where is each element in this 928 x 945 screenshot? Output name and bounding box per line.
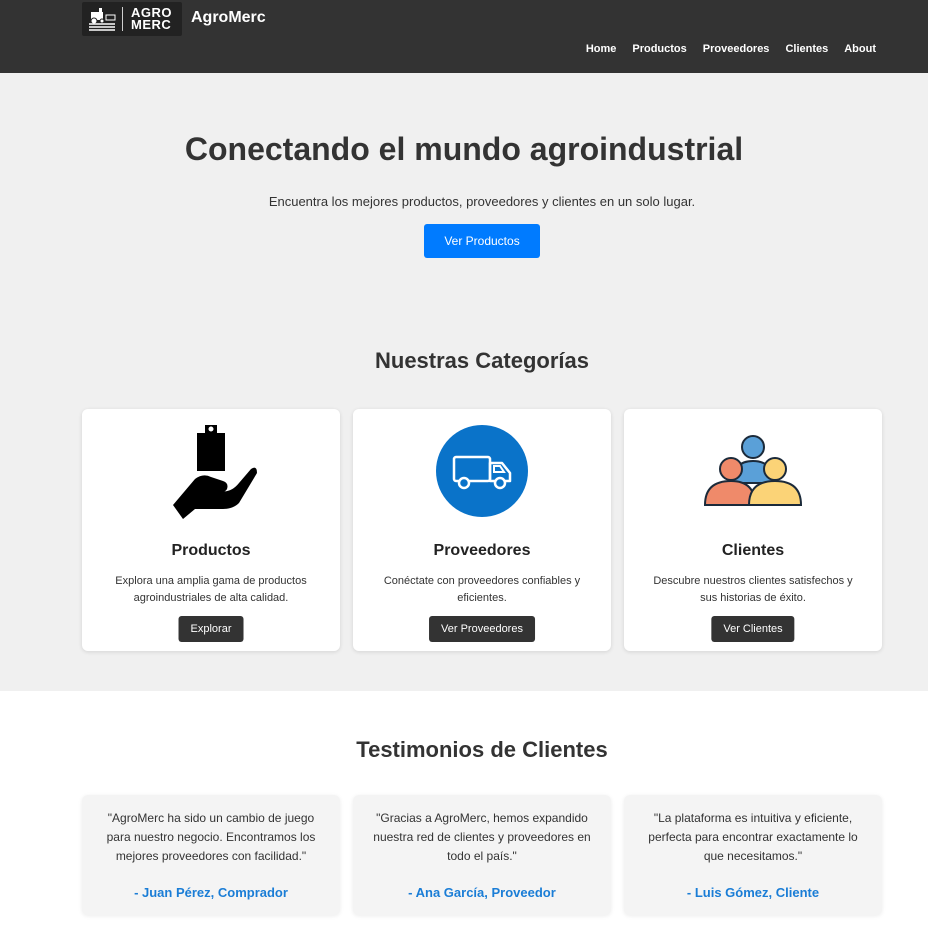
category-card-proveedores: Proveedores Conéctate con proveedores co… [353,409,611,651]
hero-subtitle: Encuentra los mejores productos, proveed… [268,194,696,209]
testimonial-card: "AgroMerc ha sido un cambio de juego par… [82,795,340,915]
tractor-icon [82,2,122,36]
explorar-button[interactable]: Explorar [178,616,244,642]
category-title: Proveedores [433,542,531,559]
ver-clientes-button[interactable]: Ver Clientes [711,616,795,642]
testimonial-author: - Luis Gómez, Cliente [686,885,820,900]
nav-productos[interactable]: Productos [632,43,686,55]
testimonial-card: "La plataforma es intuitiva y eficiente,… [624,795,882,915]
users-group-icon [624,423,882,519]
top-navbar: AGRO MERC AgroMerc Home Productos Provee… [0,0,928,73]
category-title: Clientes [721,542,785,559]
testimonials-title: Testimonios de Clientes [356,737,608,762]
hand-bag-icon [82,423,340,519]
hero-section: Conectando el mundo agroindustrial Encue… [0,73,928,691]
nav-proveedores[interactable]: Proveedores [703,43,770,55]
categories-list: Productos Explora una amplia gama de pro… [82,409,882,651]
testimonial-quote: "AgroMerc ha sido un cambio de juego par… [106,811,316,863]
hero-title: Conectando el mundo agroindustrial [184,131,744,167]
nav-about[interactable]: About [844,43,876,55]
testimonial-author: - Ana García, Proveedor [408,885,556,900]
testimonial-quote: "Gracias a AgroMerc, hemos expandido nue… [373,811,591,863]
category-title: Productos [171,542,251,559]
category-description: Explora una amplia gama de productos agr… [115,575,307,604]
categories-title: Nuestras Categorías [375,348,589,373]
ver-proveedores-button[interactable]: Ver Proveedores [429,616,535,642]
category-card-clientes: Clientes Descubre nuestros clientes sati… [624,409,882,651]
category-card-productos: Productos Explora una amplia gama de pro… [82,409,340,651]
logo-wordmark: AGRO MERC [127,6,172,32]
testimonials-list: "AgroMerc ha sido un cambio de juego par… [82,795,882,915]
testimonial-card: "Gracias a AgroMerc, hemos expandido nue… [353,795,611,915]
brand-name[interactable]: AgroMerc [191,9,266,27]
ver-productos-button[interactable]: Ver Productos [424,224,540,258]
main-nav: Home Productos Proveedores Clientes Abou… [586,43,876,55]
logo-text-line2: MERC [131,17,172,32]
nav-clientes[interactable]: Clientes [785,43,828,55]
testimonials-section: Testimonios de Clientes "AgroMerc ha sid… [0,691,928,945]
testimonial-quote: "La plataforma es intuitiva y eficiente,… [648,811,858,863]
logo[interactable]: AGRO MERC [82,2,182,36]
category-description: Descubre nuestros clientes satisfechos y… [653,575,853,604]
truck-icon [353,423,611,519]
testimonial-author: - Juan Pérez, Comprador [134,885,288,900]
nav-home[interactable]: Home [586,43,617,55]
category-description: Conéctate con proveedores confiables y e… [383,575,581,604]
logo-divider [122,7,123,31]
